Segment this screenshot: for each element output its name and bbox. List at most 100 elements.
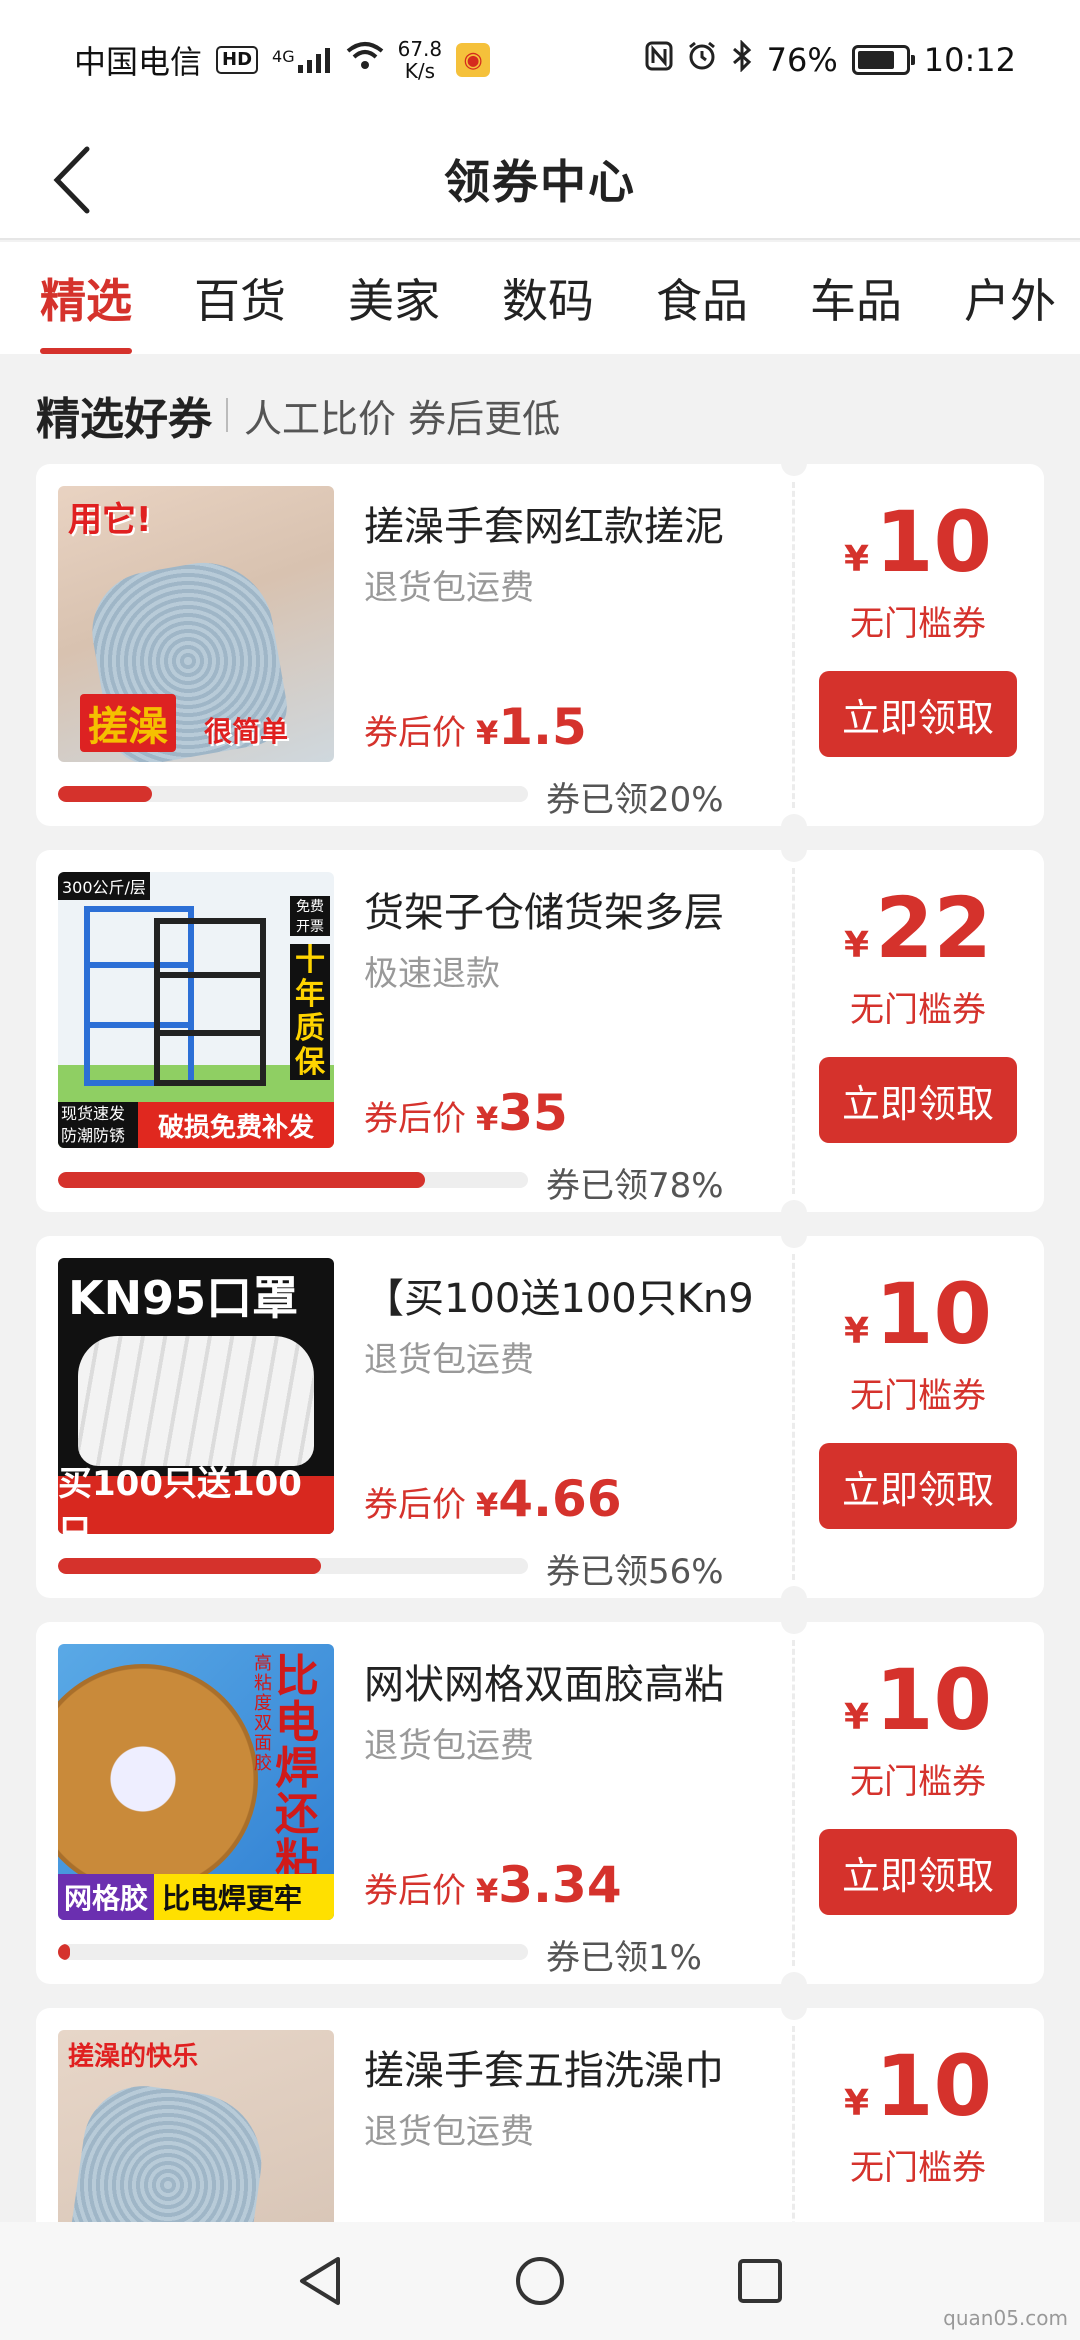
- after-price-value: 35: [498, 1084, 568, 1142]
- currency-symbol: ¥: [476, 1100, 499, 1138]
- tab-digital[interactable]: 数码: [502, 242, 594, 354]
- product-title[interactable]: 货架子仓储货架多层: [364, 880, 784, 938]
- claim-progress-bar: [58, 786, 528, 802]
- tab-outdoor[interactable]: 户外: [964, 242, 1056, 354]
- thumb-text: 高粘度双面胶: [254, 1653, 272, 1774]
- after-coupon-price: 券后价 ¥ 1.5: [364, 698, 587, 756]
- mask-image: KN95口罩 买100只送100只: [58, 1258, 334, 1534]
- claim-button[interactable]: 立即领取: [819, 1057, 1017, 1143]
- weibo-icon: ◉: [456, 43, 491, 77]
- section-header: 精选好券 人工比价 券后更低: [36, 380, 560, 450]
- product-thumbnail[interactable]: KN95口罩 买100只送100只: [58, 1258, 334, 1534]
- nav-recents-button[interactable]: [725, 2246, 795, 2316]
- thumb-text: 破损免费补发: [138, 1102, 334, 1148]
- after-price-value: 4.66: [498, 1470, 622, 1528]
- signal-type: 4G: [272, 47, 295, 66]
- tape-roll: [58, 1664, 258, 1894]
- claim-button[interactable]: 立即领取: [819, 1443, 1017, 1529]
- section-subtitle: 人工比价 券后更低: [244, 396, 561, 441]
- claimed-percent: 券已领1%: [546, 1938, 702, 1978]
- system-nav-bar: quan05.com: [0, 2222, 1080, 2340]
- status-bar: 中国电信 HD 4G 67.8 K/s ◉ 76% 10:12: [0, 0, 1080, 120]
- coupon-card[interactable]: KN95口罩 买100只送100只 【买100送100只Kn9 退货包运费 券后…: [36, 1222, 1044, 1612]
- after-coupon-price: 券后价 ¥ 35: [364, 1084, 568, 1142]
- after-price-label: 券后价: [364, 1099, 466, 1139]
- status-left: 中国电信 HD 4G 67.8 K/s ◉: [74, 37, 491, 83]
- amount-value: 10: [875, 2037, 992, 2135]
- thumb-text: 免费开票: [290, 896, 330, 936]
- claim-button[interactable]: 立即领取: [819, 1829, 1017, 1915]
- product-title[interactable]: 搓澡手套五指洗澡巾: [364, 2038, 784, 2096]
- after-price-value: 3.34: [498, 1856, 622, 1914]
- nfc-icon: [645, 41, 673, 79]
- tape-image: 比电焊还粘 高粘度双面胶 网格胶 比电焊更牢: [58, 1644, 334, 1920]
- amount-value: 10: [875, 1265, 992, 1363]
- product-title[interactable]: 网状网格双面胶高粘: [364, 1652, 784, 1710]
- coupon-value-panel: ¥ 10 无门槛券 立即领取: [792, 1236, 1044, 1598]
- coupon-card[interactable]: 比电焊还粘 高粘度双面胶 网格胶 比电焊更牢 网状网格双面胶高粘 退货包运费 券…: [36, 1608, 1044, 1998]
- coupon-card[interactable]: 用它! 搓澡 很简单 搓澡手套网红款搓泥 退货包运费 券后价 ¥ 1.5 券已领…: [36, 450, 1044, 840]
- amount-value: 22: [875, 879, 992, 977]
- square-recents-icon: [738, 2259, 782, 2303]
- mask-shape: [78, 1336, 314, 1466]
- tab-car[interactable]: 车品: [810, 242, 902, 354]
- amount-currency: ¥: [844, 2083, 870, 2124]
- amount-currency: ¥: [844, 1697, 870, 1738]
- product-tag: 退货包运费: [364, 1340, 534, 1380]
- product-title[interactable]: 搓澡手套网红款搓泥: [364, 494, 784, 552]
- product-thumbnail[interactable]: 比电焊还粘 高粘度双面胶 网格胶 比电焊更牢: [58, 1644, 334, 1920]
- claim-progress-bar: [58, 1172, 528, 1188]
- product-tag: 退货包运费: [364, 568, 534, 608]
- currency-symbol: ¥: [476, 1872, 499, 1910]
- claim-progress-fill: [58, 1944, 70, 1960]
- claim-button[interactable]: 立即领取: [819, 671, 1017, 757]
- thumb-text: 搓澡: [80, 694, 176, 752]
- currency-symbol: ¥: [476, 1486, 499, 1524]
- thumb-text: 300公斤/层: [58, 872, 150, 900]
- coupon-threshold: 无门槛券: [850, 1762, 986, 1802]
- alarm-icon: [687, 41, 717, 79]
- product-thumbnail[interactable]: 300公斤/层 免费开票 十年质保 现货速发 防潮防锈 破损免费补发: [58, 872, 334, 1148]
- coupon-amount: ¥ 22: [844, 878, 992, 978]
- product-thumbnail[interactable]: 用它! 搓澡 很简单: [58, 486, 334, 762]
- signal-icon: 4G: [272, 47, 332, 73]
- after-price-label: 券后价: [364, 1871, 466, 1911]
- amount-value: 10: [875, 1651, 992, 1749]
- claim-progress-fill: [58, 1172, 425, 1188]
- product-tag: 退货包运费: [364, 2112, 534, 2152]
- net-speed-value: 67.8: [397, 37, 443, 61]
- thumb-text: 十年质保: [290, 944, 330, 1080]
- bluetooth-icon: [731, 39, 753, 80]
- status-right: 76% 10:12: [645, 39, 1016, 80]
- back-button[interactable]: [36, 142, 106, 218]
- after-price-value: 1.5: [498, 698, 587, 756]
- watermark: quan05.com: [943, 2306, 1068, 2330]
- nav-home-button[interactable]: [505, 2246, 575, 2316]
- product-title[interactable]: 【买100送100只Kn9: [364, 1266, 784, 1324]
- thumb-text: KN95口罩: [68, 1271, 299, 1325]
- tab-selected[interactable]: 精选: [40, 242, 132, 354]
- app-header: 领券中心: [0, 120, 1080, 240]
- coupon-info: 用它! 搓澡 很简单 搓澡手套网红款搓泥 退货包运费 券后价 ¥ 1.5 券已领…: [36, 464, 792, 826]
- coupon-threshold: 无门槛券: [850, 990, 986, 1030]
- tab-home[interactable]: 美家: [348, 242, 440, 354]
- coupon-value-panel: ¥ 10 无门槛券 立即领取: [792, 464, 1044, 826]
- coupon-value-panel: ¥ 22 无门槛券 立即领取: [792, 850, 1044, 1212]
- coupon-info: KN95口罩 买100只送100只 【买100送100只Kn9 退货包运费 券后…: [36, 1236, 792, 1598]
- tab-food[interactable]: 食品: [656, 242, 748, 354]
- nav-back-button[interactable]: [285, 2246, 355, 2316]
- battery-icon: [851, 45, 915, 75]
- after-coupon-price: 券后价 ¥ 4.66: [364, 1470, 622, 1528]
- claim-progress-bar: [58, 1558, 528, 1574]
- coupon-card[interactable]: 300公斤/层 免费开票 十年质保 现货速发 防潮防锈 破损免费补发 货架子仓储…: [36, 836, 1044, 1226]
- section-divider: [226, 398, 228, 432]
- claimed-percent: 券已领56%: [546, 1552, 724, 1592]
- thumb-text: 现货速发 防潮防锈: [58, 1102, 138, 1148]
- battery-percent: 76%: [766, 41, 838, 79]
- coupon-value-panel: ¥ 10 无门槛券 立即领取: [792, 1622, 1044, 1984]
- coupon-amount: ¥ 10: [844, 492, 992, 592]
- wifi-icon: [346, 41, 384, 79]
- product-tag: 极速退款: [364, 954, 500, 994]
- tab-general-goods[interactable]: 百货: [194, 242, 286, 354]
- coupon-separator: [781, 450, 807, 840]
